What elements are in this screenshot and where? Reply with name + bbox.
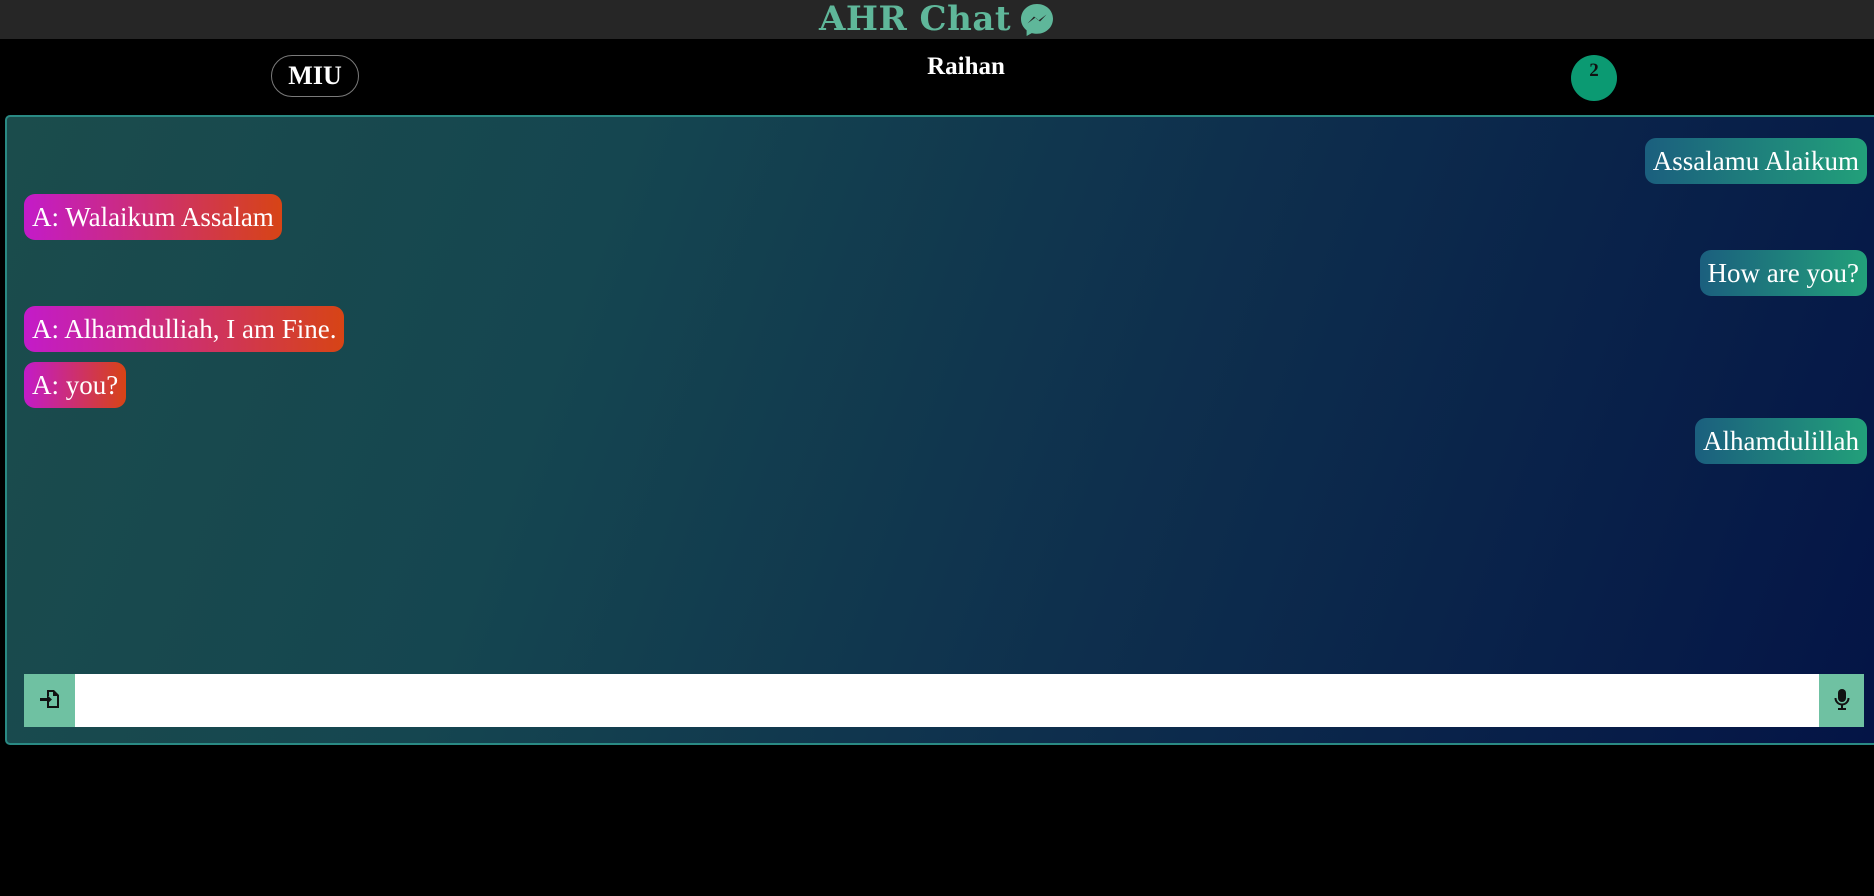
message-composer	[24, 674, 1864, 727]
messenger-icon	[1019, 2, 1055, 38]
room-button[interactable]: MIU	[271, 55, 359, 97]
app-title: AHR Chat	[818, 0, 1012, 39]
message-incoming: A: Walaikum Assalam	[24, 194, 282, 240]
file-import-icon	[39, 688, 61, 714]
chat-user-name: Raihan	[927, 53, 1005, 80]
app-titlebar: AHR Chat	[0, 0, 1874, 39]
message-incoming: A: you?	[24, 362, 127, 408]
message-list: Assalamu Alaikum A: Walaikum Assalam How…	[7, 117, 1874, 677]
message-outgoing: How are you?	[1699, 250, 1867, 296]
chat-header: MIU Raihan 2	[0, 39, 1874, 115]
message-incoming: A: Alhamdulliah, I am Fine.	[24, 306, 345, 352]
message-outgoing: Assalamu Alaikum	[1644, 138, 1867, 184]
online-count-badge: 2	[1571, 55, 1617, 101]
message-outgoing: Alhamdulillah	[1695, 418, 1867, 464]
voice-message-button[interactable]	[1819, 674, 1864, 727]
chat-panel: Assalamu Alaikum A: Walaikum Assalam How…	[5, 115, 1874, 745]
message-input[interactable]	[75, 674, 1819, 727]
attach-file-button[interactable]	[24, 674, 75, 727]
microphone-icon	[1834, 688, 1850, 714]
